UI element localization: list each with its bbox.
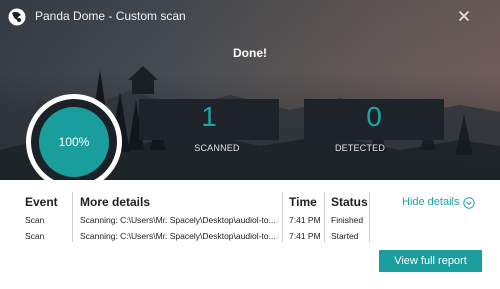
scanned-counter: 1 bbox=[139, 99, 279, 140]
view-full-report-button[interactable]: View full report bbox=[379, 250, 482, 272]
detected-value: 0 bbox=[366, 101, 382, 132]
panda-dome-window: Panda Dome - Custom scan Done! 100% 1 SC… bbox=[0, 0, 500, 289]
row-1-status: Finished bbox=[331, 215, 364, 225]
detected-label: DETECTED bbox=[334, 143, 386, 153]
close-icon[interactable] bbox=[454, 6, 474, 26]
column-divider bbox=[282, 192, 283, 242]
row-2-time: 7:41 PM bbox=[289, 231, 321, 241]
scan-status-headline: Done! bbox=[233, 46, 267, 60]
event-column-header: Event bbox=[25, 195, 58, 209]
window-title: Panda Dome - Custom scan bbox=[35, 9, 186, 23]
row-2-event: Scan bbox=[25, 231, 45, 241]
hide-details-link[interactable]: Hide details bbox=[402, 196, 459, 208]
status-column-header: Status bbox=[331, 195, 368, 209]
column-divider bbox=[72, 192, 73, 242]
row-2-more-details: Scanning: C:\Users\Mr. Spacely\Desktop\a… bbox=[80, 231, 276, 241]
detected-counter: 0 bbox=[304, 99, 444, 140]
scanned-label: SCANNED bbox=[194, 143, 240, 153]
row-2-status: Started bbox=[331, 231, 359, 241]
row-1-event: Scan bbox=[25, 215, 45, 225]
time-column-header: Time bbox=[289, 195, 317, 209]
more-details-column-header: More details bbox=[80, 195, 151, 209]
scanned-value: 1 bbox=[201, 101, 217, 132]
progress-percent: 100% bbox=[58, 135, 90, 149]
column-divider bbox=[369, 192, 370, 242]
column-divider bbox=[324, 192, 325, 242]
scan-banner: Panda Dome - Custom scan Done! 100% 1 SC… bbox=[0, 0, 500, 190]
panda-logo-icon bbox=[8, 8, 26, 26]
row-1-more-details: Scanning: C:\Users\Mr. Spacely\Desktop\a… bbox=[80, 215, 276, 225]
chevron-up-circle-icon[interactable] bbox=[463, 197, 475, 209]
title-bar: Panda Dome - Custom scan bbox=[0, 0, 500, 33]
row-1-time: 7:41 PM bbox=[289, 215, 321, 225]
